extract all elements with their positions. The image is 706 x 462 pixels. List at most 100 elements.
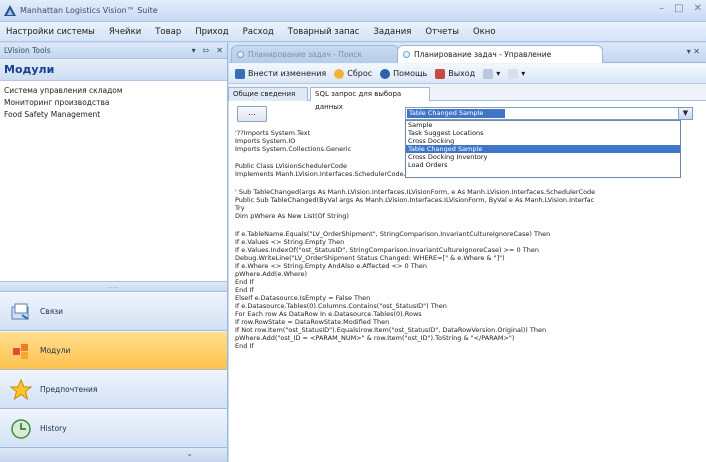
code-line: Public Class LVisionSchedulerCode	[235, 162, 347, 170]
dropdown-option[interactable]: Task Suggest Locations	[406, 129, 680, 137]
exit-button[interactable]: Выход	[435, 68, 476, 79]
sample-select[interactable]: Table Changed Sample ▼	[405, 107, 693, 120]
nav-label-links: Связи	[40, 307, 64, 316]
menu-item-receiving[interactable]: Приход	[195, 27, 228, 37]
chevron-down-icon: ▾	[521, 69, 526, 78]
module-item-food-safety[interactable]: Food Safety Management	[4, 109, 223, 121]
dropdown-option[interactable]: Load Orders	[406, 161, 680, 169]
tab-label: Планирование задач - Управление	[414, 50, 552, 59]
reset-button[interactable]: Сброс	[334, 68, 373, 79]
dropdown-option[interactable]: Cross Docking	[406, 137, 680, 145]
document-icon	[508, 68, 519, 79]
maximize-icon[interactable]: □	[674, 3, 683, 14]
star-icon	[10, 378, 32, 400]
help-button[interactable]: Помощь	[380, 68, 428, 79]
module-item-warehouse[interactable]: Система управления складом	[4, 85, 223, 97]
window-controls: – □ ✕	[659, 3, 702, 14]
menu-item-inventory[interactable]: Товарный запас	[288, 27, 360, 37]
nav-footer: ⌄	[0, 448, 227, 462]
title-bar: Manhattan Logistics Vision™ Suite – □ ✕	[0, 0, 706, 22]
chevron-down-icon[interactable]: ⌄	[186, 449, 193, 458]
modules-title: Модули	[0, 59, 227, 81]
help-icon	[380, 68, 391, 79]
nav-button-links[interactable]: Связи	[0, 293, 227, 331]
menu-item-tasks[interactable]: Задания	[373, 27, 411, 37]
tab-task-planning-management[interactable]: Планирование задач - Управление	[397, 45, 603, 63]
exit-label: Выход	[448, 69, 476, 78]
code-line: pWhere.Add(e.Where)	[235, 270, 308, 278]
menu-item-cells[interactable]: Ячейки	[109, 27, 141, 37]
code-line: If e.Values <> String.Empty Then	[235, 238, 345, 246]
pin-icon[interactable]: ⇰	[203, 46, 210, 55]
menu-item-window[interactable]: Окно	[473, 27, 496, 37]
history-icon	[11, 418, 31, 439]
tab-label: Планирование задач - Поиск	[248, 50, 362, 59]
exit-icon	[435, 68, 446, 79]
menu-item-reports[interactable]: Отчеты	[425, 27, 459, 37]
code-line: Try	[235, 204, 245, 212]
window-title: Manhattan Logistics Vision™ Suite	[20, 6, 158, 15]
code-line: Imports System.IO	[235, 137, 296, 145]
nav-button-modules[interactable]: Модули	[0, 332, 227, 370]
sample-dropdown-list: Sample Task Suggest Locations Cross Dock…	[405, 120, 681, 178]
chevron-down-icon[interactable]: ▼	[678, 108, 692, 119]
code-line: End If	[235, 286, 254, 294]
close-icon[interactable]: ✕	[694, 3, 702, 14]
code-line: For Each row As DataRow In e.Datasource.…	[235, 310, 422, 318]
reset-icon	[334, 68, 345, 79]
nav-label-favorites: Предпочтения	[40, 385, 98, 394]
minimize-icon[interactable]: –	[659, 3, 664, 14]
module-item-production[interactable]: Мониторинг производства	[4, 97, 223, 109]
code-line: ' Sub TableChanged(args As Manh.LVision.…	[235, 188, 596, 196]
tab-general-info[interactable]: Общие сведения	[228, 87, 308, 101]
dropdown-option[interactable]: Cross Docking Inventory	[406, 153, 680, 161]
code-line: Debug.WriteLine("LV_OrderShipment Status…	[235, 254, 505, 262]
tab-task-planning-search[interactable]: Планирование задач - Поиск	[231, 45, 399, 63]
code-line: If e.Values.IndexOf("ost_StatusID", Stri…	[235, 246, 539, 254]
browse-button[interactable]: ...	[237, 106, 267, 122]
dropdown-arrow-icon[interactable]: ▾	[192, 46, 196, 55]
modules-list: Система управления складом Мониторинг пр…	[0, 81, 227, 281]
menu-item-shipping[interactable]: Расход	[243, 27, 274, 37]
dropdown-option[interactable]: Sample	[406, 121, 680, 129]
code-line: Dim pWhere As New List(Of String)	[235, 212, 349, 220]
tab-menu-icon[interactable]: ▾ ✕	[687, 47, 700, 56]
code-line: ElseIf e.Datasource.IsEmpty = False Then	[235, 294, 371, 302]
code-line: End If	[235, 278, 254, 286]
save-changes-button[interactable]: Внести изменения	[235, 68, 327, 79]
code-editor[interactable]: '??Imports System.Text Imports System.IO…	[229, 128, 706, 462]
code-line: Public Sub TableChanged(ByVal args As Ma…	[235, 196, 595, 204]
main-area: Планирование задач - Поиск Планирование …	[228, 43, 706, 462]
reset-label: Сброс	[347, 69, 373, 78]
close-panel-icon[interactable]: ✕	[216, 46, 223, 55]
links-icon	[11, 303, 29, 320]
code-line: If e.Where <> String.Empty AndAlso e.Aff…	[235, 262, 427, 270]
save-changes-label: Внести изменения	[248, 69, 327, 78]
menu-item-goods[interactable]: Товар	[155, 27, 181, 37]
nav-button-favorites[interactable]: Предпочтения	[0, 371, 227, 409]
dropdown-option-selected[interactable]: Table Changed Sample	[406, 145, 680, 153]
tab-status-icon	[403, 51, 410, 58]
save-icon	[235, 68, 245, 79]
toolbar: Внести изменения Сброс Помощь Выход ▾ ▾	[229, 64, 706, 84]
app-logo-icon	[4, 5, 16, 16]
sql-editor-pane: ... Table Changed Sample ▼ Sample Task S…	[229, 101, 706, 462]
tab-status-icon	[237, 51, 244, 58]
panel-splitter[interactable]: .....	[0, 281, 227, 292]
help-label: Помощь	[393, 69, 428, 78]
view-dropdown-button[interactable]: ▾	[483, 68, 501, 79]
code-line: End If	[235, 342, 254, 350]
tools-panel: LVision Tools ▾ ⇰ ✕ Модули Система управ…	[0, 43, 228, 462]
options-dropdown-button[interactable]: ▾	[508, 68, 526, 79]
nav-label-modules: Модули	[40, 346, 71, 355]
tools-panel-title: LVision Tools	[4, 46, 51, 55]
modules-icon	[13, 343, 28, 359]
menu-item-system-settings[interactable]: Настройки системы	[6, 27, 95, 37]
sub-tabs: Общие сведения SQL запрос для выбора дан…	[228, 85, 706, 111]
chevron-down-icon: ▾	[496, 69, 501, 78]
tab-sql-query[interactable]: SQL запрос для выбора данных	[310, 87, 430, 111]
code-line: If e.Datasource.Tables(0).Columns.Contai…	[235, 302, 447, 310]
code-line: If Not row.Item("ost_StatusID").Equals(r…	[235, 326, 547, 334]
nav-button-history[interactable]: History	[0, 410, 227, 448]
tools-panel-header: LVision Tools ▾ ⇰ ✕	[0, 43, 227, 59]
